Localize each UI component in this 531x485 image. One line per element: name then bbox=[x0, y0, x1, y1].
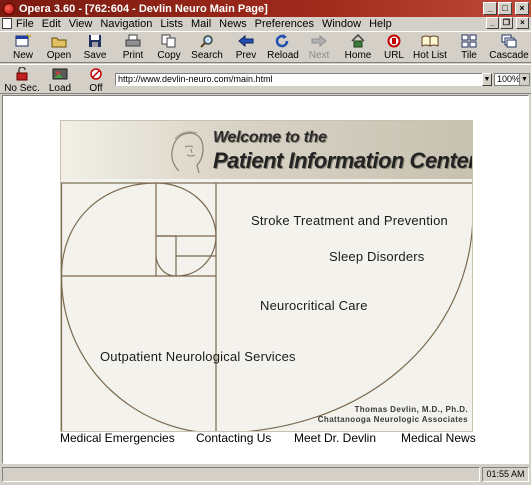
page-viewport: Welcome to the Patient Information Cente… bbox=[2, 95, 529, 464]
doc-minimize-button[interactable]: _ bbox=[486, 17, 499, 29]
menu-edit[interactable]: Edit bbox=[42, 18, 61, 30]
next-button[interactable]: Next bbox=[302, 33, 336, 63]
bottom-navigation: Medical Emergencies Contacting Us Meet D… bbox=[3, 431, 530, 447]
load-images-button[interactable]: Load bbox=[42, 66, 78, 94]
load-images-icon bbox=[42, 66, 78, 82]
home-icon bbox=[341, 33, 375, 49]
window-title: Opera 3.60 - [762:604 - Devlin Neuro Mai… bbox=[19, 2, 268, 15]
open-book-icon bbox=[413, 33, 447, 49]
address-bar[interactable]: http://www.devlin-neuro.com/main.html bbox=[115, 73, 485, 86]
minimize-button[interactable]: _ bbox=[483, 2, 497, 15]
menu-bar: File Edit View Navigation Lists Mail New… bbox=[0, 17, 531, 30]
tile-windows-icon bbox=[452, 33, 486, 49]
menu-news[interactable]: News bbox=[219, 18, 247, 30]
forward-arrow-icon bbox=[302, 33, 336, 49]
open-button[interactable]: Open bbox=[42, 33, 76, 63]
new-button[interactable]: New bbox=[6, 33, 40, 63]
search-icon bbox=[190, 33, 224, 49]
prev-button[interactable]: Prev bbox=[229, 33, 263, 63]
link-neurocritical-care[interactable]: Neurocritical Care bbox=[260, 298, 368, 313]
copy-button[interactable]: Copy bbox=[152, 33, 186, 63]
menu-help[interactable]: Help bbox=[369, 18, 392, 30]
main-toolbar: New Open Save Print Copy Search Prev Rel… bbox=[0, 31, 531, 63]
url-button[interactable]: URL bbox=[377, 33, 411, 63]
copy-icon bbox=[152, 33, 186, 49]
menu-preferences[interactable]: Preferences bbox=[255, 18, 314, 30]
open-folder-icon bbox=[42, 33, 76, 49]
window-titlebar: Opera 3.60 - [762:604 - Devlin Neuro Mai… bbox=[0, 0, 531, 17]
printer-icon bbox=[116, 33, 150, 49]
new-window-icon bbox=[6, 33, 40, 49]
link-medical-news[interactable]: Medical News bbox=[401, 431, 476, 445]
menu-file[interactable]: File bbox=[16, 18, 34, 30]
hotlist-button[interactable]: Hot List bbox=[413, 33, 447, 63]
link-stroke-treatment[interactable]: Stroke Treatment and Prevention bbox=[251, 213, 448, 228]
reload-button[interactable]: Reload bbox=[266, 33, 300, 63]
cascade-button[interactable]: Cascade bbox=[489, 33, 529, 63]
off-button[interactable]: Off bbox=[78, 66, 114, 94]
no-security-button[interactable]: No Sec. bbox=[4, 66, 40, 94]
menu-window[interactable]: Window bbox=[322, 18, 361, 30]
url-icon bbox=[377, 33, 411, 49]
status-message bbox=[2, 467, 480, 482]
zoom-value: 100% bbox=[497, 74, 521, 84]
back-arrow-icon bbox=[229, 33, 263, 49]
link-sleep-disorders[interactable]: Sleep Disorders bbox=[329, 249, 425, 264]
menu-mail[interactable]: Mail bbox=[191, 18, 211, 30]
maximize-button[interactable]: □ bbox=[498, 2, 512, 15]
credit-physician: Thomas Devlin, M.D., Ph.D. bbox=[354, 405, 468, 414]
close-button[interactable]: × bbox=[515, 2, 529, 15]
search-button[interactable]: Search bbox=[190, 33, 224, 63]
golden-spiral-graphic bbox=[61, 182, 472, 431]
chevron-down-icon[interactable]: ▼ bbox=[519, 74, 529, 85]
doc-close-button[interactable]: × bbox=[516, 17, 529, 29]
tile-button[interactable]: Tile bbox=[452, 33, 486, 63]
menu-lists[interactable]: Lists bbox=[160, 18, 183, 30]
link-medical-emergencies[interactable]: Medical Emergencies bbox=[60, 431, 175, 445]
link-meet-dr-devlin[interactable]: Meet Dr. Devlin bbox=[294, 431, 376, 445]
status-clock: 01:55 AM bbox=[482, 467, 529, 482]
home-button[interactable]: Home bbox=[341, 33, 375, 63]
status-bar: 01:55 AM bbox=[0, 465, 531, 485]
patient-info-banner: Welcome to the Patient Information Cente… bbox=[60, 120, 473, 432]
reload-icon bbox=[266, 33, 300, 49]
address-history-dropdown[interactable]: ▼ bbox=[482, 73, 492, 86]
credit-practice: Chattanooga Neurologic Associates bbox=[317, 415, 468, 424]
doc-restore-button[interactable]: ❐ bbox=[500, 17, 513, 29]
menu-navigation[interactable]: Navigation bbox=[100, 18, 152, 30]
save-button[interactable]: Save bbox=[78, 33, 112, 63]
floppy-disk-icon bbox=[78, 33, 112, 49]
print-button[interactable]: Print bbox=[116, 33, 150, 63]
zoom-select[interactable]: 100% ▼ bbox=[494, 73, 530, 86]
menu-view[interactable]: View bbox=[69, 18, 93, 30]
cascade-windows-icon bbox=[489, 33, 529, 49]
link-contacting-us[interactable]: Contacting Us bbox=[196, 431, 271, 445]
unlocked-icon bbox=[4, 66, 40, 82]
opera-app-icon[interactable] bbox=[3, 2, 15, 15]
off-toggle-icon bbox=[78, 66, 114, 82]
document-icon[interactable] bbox=[2, 18, 12, 29]
link-outpatient-services[interactable]: Outpatient Neurological Services bbox=[100, 349, 296, 364]
